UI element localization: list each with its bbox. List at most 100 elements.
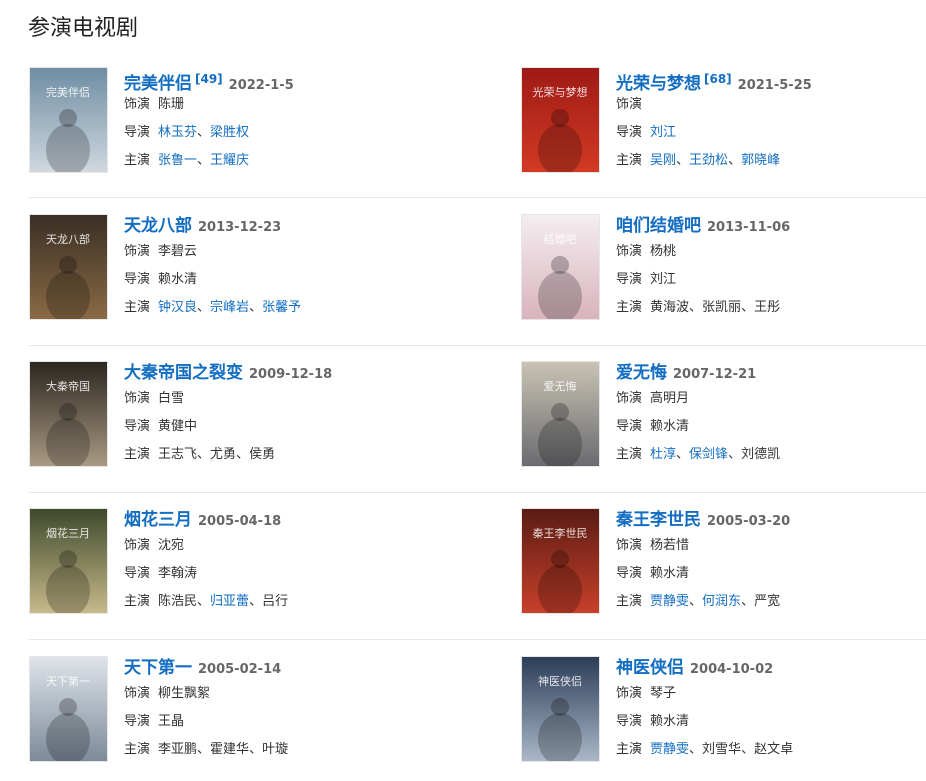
cast-name[interactable]: 钟汉良 <box>158 300 197 315</box>
separator: 、 <box>689 742 703 757</box>
role-value: 白雪 <box>158 391 185 406</box>
drama-title-link[interactable]: 爱无悔 <box>616 363 667 383</box>
directors-row: 导演 赖水清 <box>616 708 916 736</box>
air-date: 2005-02-14 <box>198 662 282 677</box>
cast-name: 王彤 <box>754 300 781 315</box>
poster-title-art: 天龙八部 <box>46 232 90 246</box>
cast-name[interactable]: 王耀庆 <box>210 153 249 168</box>
cast-name[interactable]: 何润东 <box>702 594 741 609</box>
directors-label: 导演 <box>616 419 643 434</box>
role-value: 高明月 <box>650 391 690 406</box>
drama-title-link[interactable]: 天下第一 <box>124 658 192 678</box>
poster-art: 天下第一 <box>30 657 107 761</box>
drama-title-link[interactable]: 烟花三月 <box>124 510 192 530</box>
title-line: 神医侠侣 2004-10-02 <box>616 656 916 680</box>
cast-label: 主演 <box>124 300 151 315</box>
cast-name[interactable]: 张鲁一 <box>158 153 197 168</box>
poster-image[interactable]: 天下第一 <box>29 656 108 762</box>
cast-label: 主演 <box>124 594 151 609</box>
poster-image[interactable]: 光荣与梦想 <box>521 67 600 173</box>
directors-name[interactable]: 林玉芬 <box>158 125 197 140</box>
separator: 、 <box>741 742 755 757</box>
separator: 、 <box>676 447 690 462</box>
cast-name: 赵文卓 <box>754 742 794 757</box>
drama-info: 完美伴侣 [49] 2022-1-5 饰演 陈珊 导演 林玉芬、梁胜权 主演 张鲁一、王耀庆 <box>124 67 424 175</box>
role-value: 杨若惜 <box>650 538 690 553</box>
role-row: 饰演 李碧云 <box>124 238 424 266</box>
poster-title-art: 烟花三月 <box>46 526 90 540</box>
directors-name: 赖水清 <box>158 272 198 287</box>
poster-image[interactable]: 爱无悔 <box>521 361 600 467</box>
separator: 、 <box>676 153 690 168</box>
role-row: 饰演 杨桃 <box>616 238 916 266</box>
cast-name[interactable]: 归亚蕾 <box>210 594 249 609</box>
poster-image[interactable]: 结婚吧 <box>521 214 600 320</box>
directors-name[interactable]: 梁胜权 <box>210 125 249 140</box>
directors-label: 导演 <box>124 419 151 434</box>
directors-name[interactable]: 刘江 <box>650 125 676 140</box>
title-line: 光荣与梦想 [68] 2021-5-25 <box>616 67 916 94</box>
poster-image[interactable]: 神医侠侣 <box>521 656 600 762</box>
drama-info: 秦王李世民 2005-03-20 饰演 杨若惜 导演 赖水清 主演 贾静雯、何润东、严宽 <box>616 508 916 616</box>
separator: 、 <box>249 594 263 609</box>
cast-name[interactable]: 吴刚 <box>650 153 676 168</box>
air-date: 2013-12-23 <box>198 220 282 235</box>
directors-row: 导演 刘江 <box>616 119 916 147</box>
directors-row: 导演 王晶 <box>124 708 424 736</box>
separator: 、 <box>689 594 703 609</box>
poster-image[interactable]: 大秦帝国 <box>29 361 108 467</box>
cast-name[interactable]: 保剑锋 <box>689 447 728 462</box>
role-value: 杨桃 <box>650 244 677 259</box>
poster-art: 神医侠侣 <box>522 657 599 761</box>
drama-card: 秦王李世民 秦王李世民 2005-03-20 饰演 杨若惜 导演 赖水清 主演 贾静雯、何润东、… <box>521 508 921 618</box>
cast-name[interactable]: 杜淳 <box>650 447 676 462</box>
cast-name[interactable]: 贾静雯 <box>650 742 689 757</box>
directors-label: 导演 <box>124 566 151 581</box>
cast-row: 主演 王志飞、尤勇、侯勇 <box>124 441 424 469</box>
drama-card: 天下第一 天下第一 2005-02-14 饰演 柳生飘絮 导演 王晶 主演 李亚鹏、霍建华、叶璇 <box>29 656 429 766</box>
cast-name: 黄海波 <box>650 300 690 315</box>
poster-image[interactable]: 烟花三月 <box>29 508 108 614</box>
cast-label: 主演 <box>616 447 643 462</box>
cast-name: 严宽 <box>754 594 781 609</box>
poster-art: 天龙八部 <box>30 215 107 319</box>
separator: 、 <box>197 153 211 168</box>
cast-label: 主演 <box>616 594 643 609</box>
cast-label: 主演 <box>124 153 151 168</box>
poster-title-art: 神医侠侣 <box>538 674 582 688</box>
role-label: 饰演 <box>616 97 643 112</box>
poster-art: 完美伴侣 <box>30 68 107 172</box>
directors-row: 导演 李翰涛 <box>124 560 424 588</box>
poster-title-art: 秦王李世民 <box>533 526 588 540</box>
cast-name[interactable]: 宗峰岩 <box>210 300 249 315</box>
poster-title-art: 大秦帝国 <box>46 379 90 393</box>
cast-name: 刘德凯 <box>741 447 781 462</box>
drama-title-link[interactable]: 秦王李世民 <box>616 510 701 530</box>
drama-title-link[interactable]: 神医侠侣 <box>616 658 684 678</box>
cast-name[interactable]: 王劲松 <box>689 153 728 168</box>
directors-name: 赖水清 <box>650 714 690 729</box>
poster-image[interactable]: 天龙八部 <box>29 214 108 320</box>
drama-title-link[interactable]: 天龙八部 <box>124 216 192 236</box>
reference-link[interactable]: [68] <box>704 72 732 86</box>
cast-name[interactable]: 郭晓峰 <box>741 153 780 168</box>
role-row: 饰演 白雪 <box>124 385 424 413</box>
cast-row: 主演 陈浩民、归亚蕾、吕行 <box>124 588 424 616</box>
role-row: 饰演 <box>616 91 916 119</box>
cast-name: 侯勇 <box>249 447 276 462</box>
directors-row: 导演 赖水清 <box>616 560 916 588</box>
directors-label: 导演 <box>124 714 151 729</box>
drama-info: 天龙八部 2013-12-23 饰演 李碧云 导演 赖水清 主演 钟汉良、宗峰岩、张馨予 <box>124 214 424 322</box>
row-divider <box>29 639 926 640</box>
separator: 、 <box>741 300 755 315</box>
drama-title-link[interactable]: 大秦帝国之裂变 <box>124 363 243 383</box>
drama-info: 光荣与梦想 [68] 2021-5-25 饰演 导演 刘江 主演 吴刚、王劲松、郭晓峰 <box>616 67 916 175</box>
role-value: 李碧云 <box>158 244 198 259</box>
poster-image[interactable]: 秦王李世民 <box>521 508 600 614</box>
poster-image[interactable]: 完美伴侣 <box>29 67 108 173</box>
cast-name[interactable]: 张馨予 <box>262 300 301 315</box>
drama-title-link[interactable]: 咱们结婚吧 <box>616 216 701 236</box>
poster-art: 爱无悔 <box>522 362 599 466</box>
cast-name[interactable]: 贾静雯 <box>650 594 689 609</box>
reference-link[interactable]: [49] <box>195 72 223 86</box>
